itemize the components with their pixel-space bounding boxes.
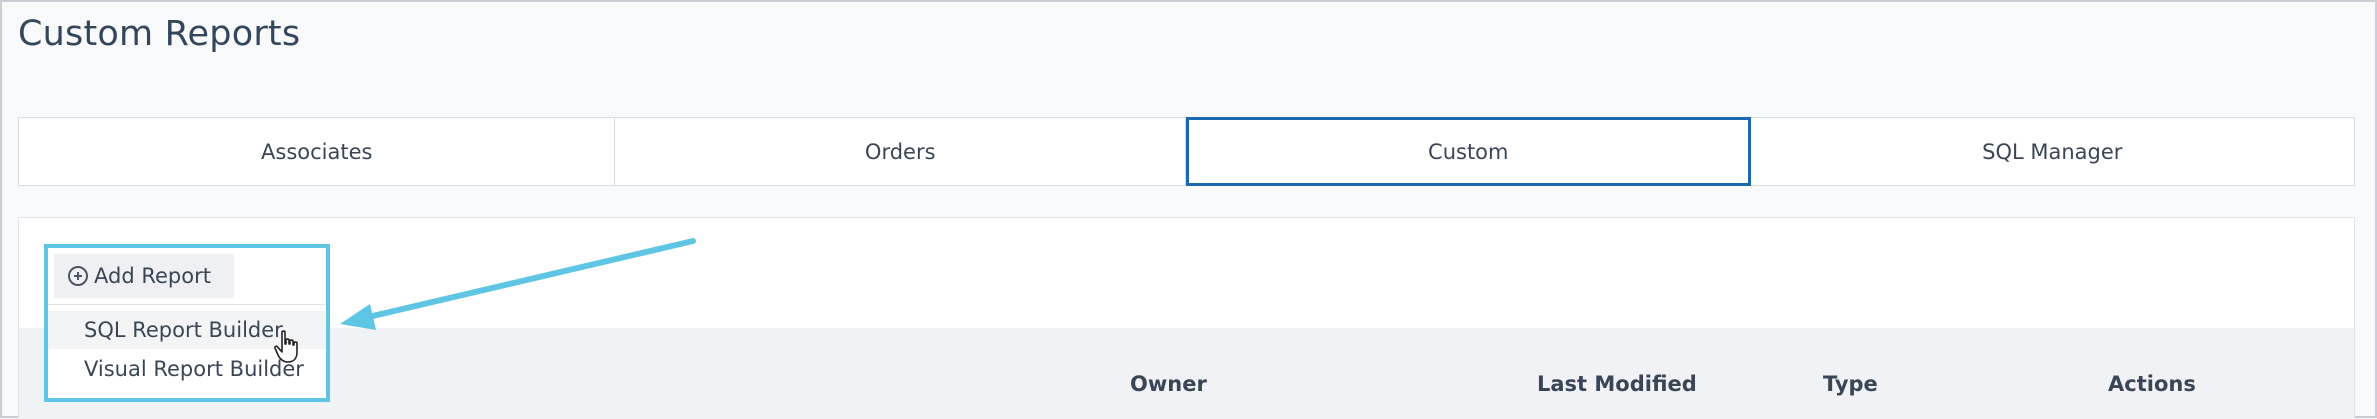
add-report-label: Add Report: [94, 264, 211, 288]
menu-divider: [48, 304, 326, 305]
hand-cursor-icon: [274, 330, 298, 363]
column-header-owner[interactable]: Owner: [1130, 372, 1207, 396]
tab-orders[interactable]: Orders: [615, 118, 1186, 185]
tab-custom[interactable]: Custom: [1186, 117, 1751, 186]
plus-circle-icon: [68, 266, 88, 286]
report-tabs: Associates Orders Custom SQL Manager: [18, 117, 2355, 186]
add-report-button[interactable]: Add Report: [54, 254, 234, 298]
tab-sql-manager[interactable]: SQL Manager: [1751, 118, 2354, 185]
column-header-type[interactable]: Type: [1823, 372, 1878, 396]
column-header-last-modified[interactable]: Last Modified: [1537, 372, 1697, 396]
page-title: Custom Reports: [18, 14, 301, 54]
table-header: Owner Last Modified Type Actions: [19, 328, 2354, 419]
tab-associates[interactable]: Associates: [19, 118, 616, 185]
reports-panel: Owner Last Modified Type Actions: [18, 217, 2355, 419]
column-header-actions: Actions: [2108, 372, 2196, 396]
add-report-dropdown-highlight: Add Report SQL Report Builder Visual Rep…: [44, 244, 330, 402]
